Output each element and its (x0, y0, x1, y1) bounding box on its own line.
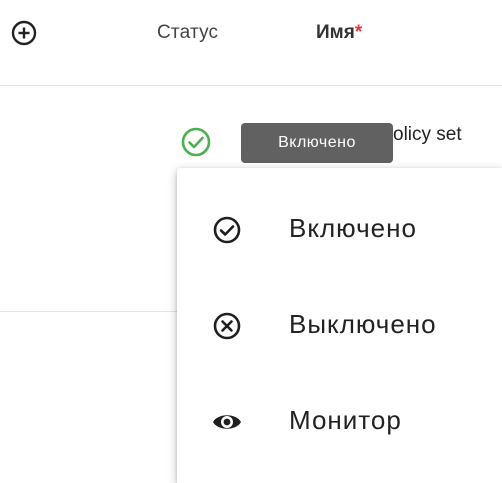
column-header-name[interactable]: Имя* (316, 22, 362, 44)
column-header-status[interactable]: Статус (157, 22, 218, 44)
check-circle-outline-icon (213, 216, 241, 244)
eye-icon (213, 415, 241, 429)
status-tooltip: Включено (241, 123, 393, 163)
menu-item-disabled[interactable]: Выключено (177, 278, 502, 374)
x-circle-outline-icon (213, 312, 241, 340)
menu-item-label: Монитор (289, 405, 402, 435)
circle-plus-icon (11, 20, 37, 46)
menu-item-label: Включено (289, 213, 417, 243)
status-dropdown-menu: Включено Выключено Монитор (177, 168, 502, 483)
row-divider (0, 311, 177, 312)
menu-item-monitor[interactable]: Монитор (177, 374, 502, 470)
status-enabled-button[interactable] (180, 126, 212, 158)
add-button[interactable] (11, 20, 37, 46)
menu-item-label: Выключено (289, 309, 437, 339)
required-asterisk: * (354, 22, 363, 43)
menu-item-enabled[interactable]: Включено (177, 182, 502, 278)
policy-name-text[interactable]: olicy set (393, 124, 462, 146)
table-header: Статус Имя* (0, 0, 502, 86)
check-circle-icon (181, 127, 211, 157)
column-header-name-label: Имя (316, 22, 355, 43)
